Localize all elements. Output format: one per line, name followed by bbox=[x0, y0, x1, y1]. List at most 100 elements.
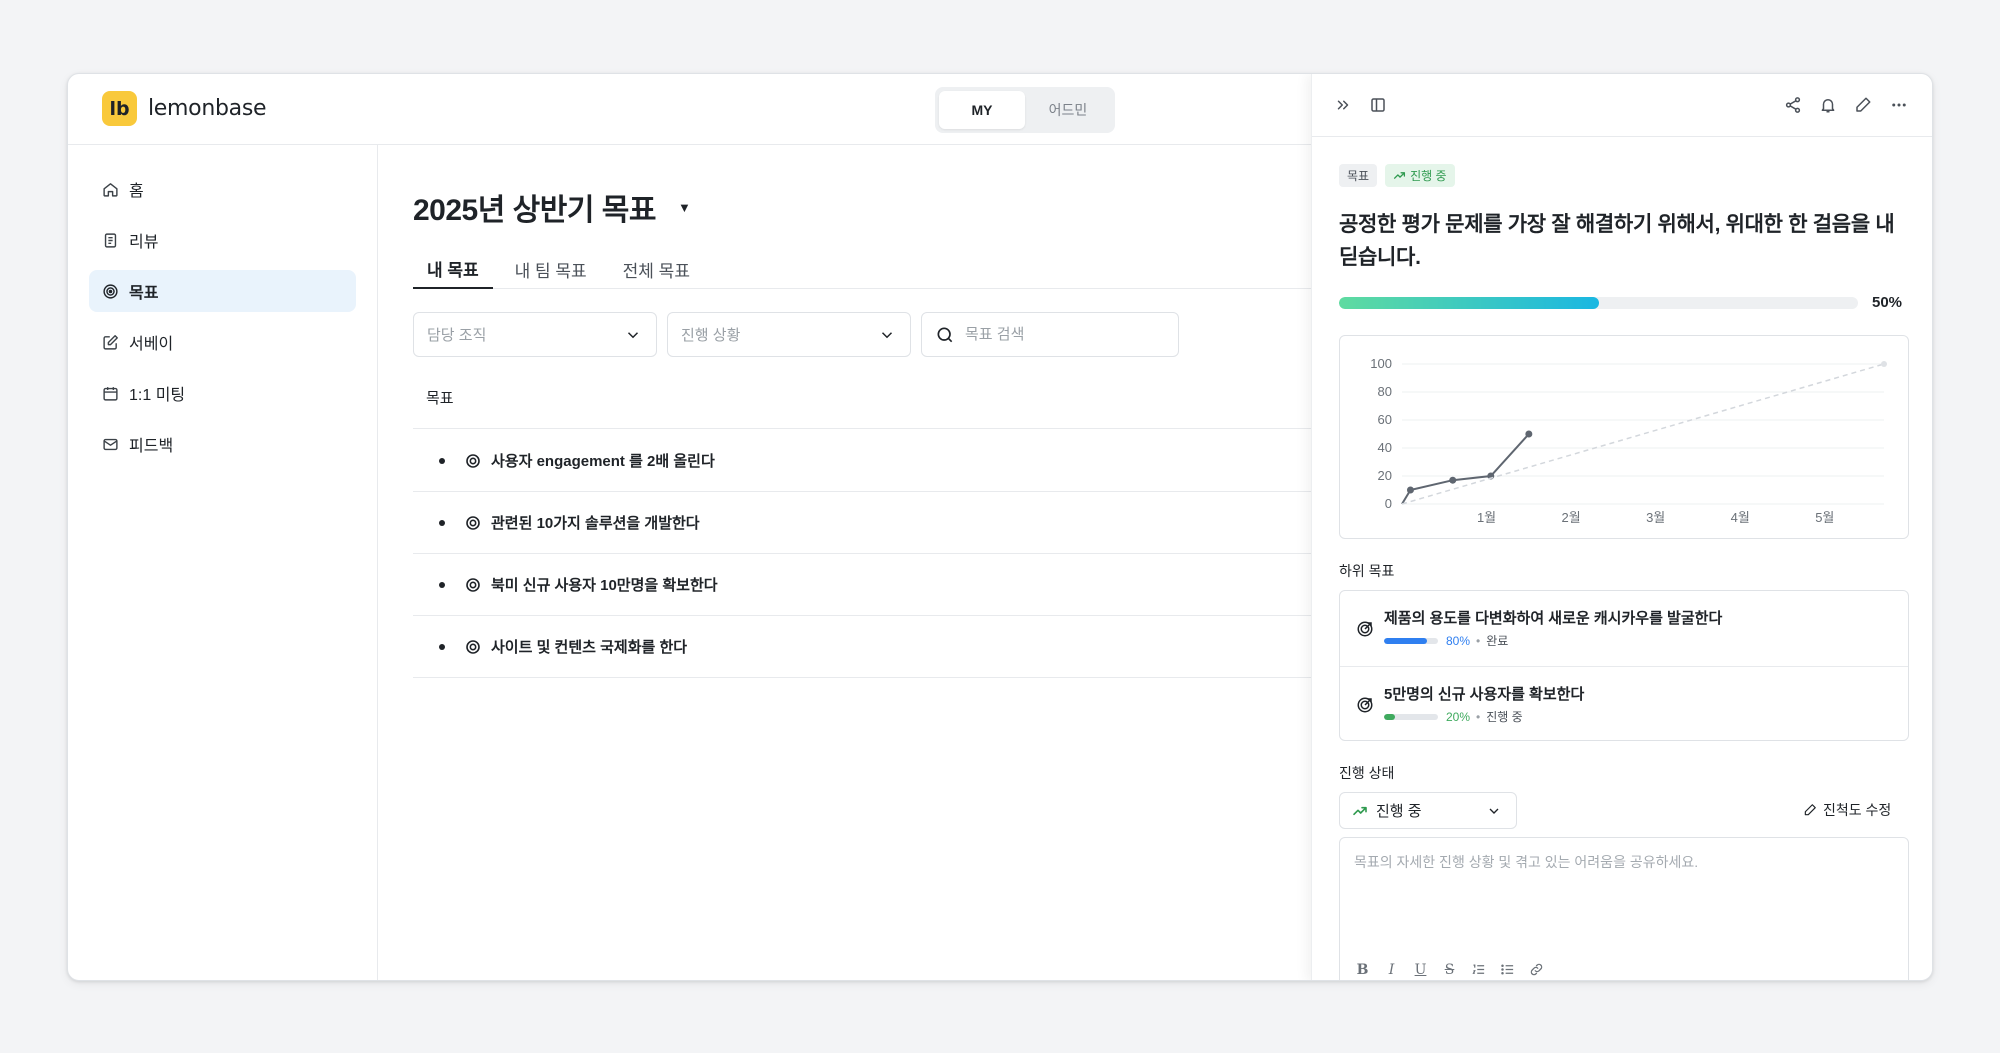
table-row[interactable]: 사이트 및 컨텐츠 국제화를 한다 bbox=[413, 616, 1379, 678]
org-filter-select[interactable]: 담당 조직 bbox=[413, 312, 657, 357]
chevron-down-icon bbox=[627, 332, 639, 339]
toggle-admin[interactable]: 어드민 bbox=[1025, 91, 1111, 129]
toggle-my[interactable]: MY bbox=[939, 91, 1025, 129]
goal-progress-fill bbox=[1339, 297, 1599, 309]
page-title[interactable]: 2025년 상반기 목표 ▼ bbox=[413, 185, 691, 229]
page-title-text: 2025년 상반기 목표 bbox=[413, 194, 657, 227]
bullet bbox=[439, 457, 445, 464]
y-tick-label: 80 bbox=[1378, 384, 1392, 399]
edit-progress-button[interactable]: 진척도 수정 bbox=[1803, 800, 1891, 820]
sub-goal-item[interactable]: 5만명의 신규 사용자를 확보한다 20% • 진행 중 bbox=[1340, 666, 1908, 741]
sub-goal-item[interactable]: 제품의 용도를 다변화하여 새로운 캐시카우를 발굴한다 80% • 완료 bbox=[1340, 591, 1908, 666]
home-icon bbox=[103, 182, 118, 197]
sidebar-item-label: 목표 bbox=[129, 285, 159, 302]
chevron-down-icon bbox=[881, 332, 893, 339]
app-window: lb lemonbase MY 어드민 홈 리뷰 목표 서베이 1:1 미팅 피… bbox=[67, 73, 1933, 981]
goal-search-field[interactable] bbox=[921, 312, 1179, 357]
strikethrough-icon[interactable]: S bbox=[1441, 961, 1458, 978]
sidebar-item-label: 서베이 bbox=[129, 336, 174, 353]
main-content: 2025년 상반기 목표 ▼ 내 목표 내 팀 목표 전체 목표 담당 조직 진… bbox=[379, 145, 1379, 980]
ordered-list-icon[interactable] bbox=[1470, 961, 1487, 978]
sidebar-item-label: 홈 bbox=[129, 183, 144, 200]
goal-progress-bar bbox=[1339, 297, 1858, 309]
sidebar-item-feedback[interactable]: 피드백 bbox=[89, 423, 356, 465]
goal-detail-title: 공정한 평가 문제를 가장 잘 해결하기 위해서, 위대한 한 걸음을 내딛습니… bbox=[1339, 213, 1895, 269]
trend-up-icon bbox=[1394, 172, 1406, 179]
split-view-icon[interactable] bbox=[1367, 94, 1389, 116]
document-icon bbox=[104, 232, 117, 248]
search-icon bbox=[937, 327, 953, 342]
status-select[interactable]: 진행 중 bbox=[1339, 792, 1517, 829]
dot-separator: • bbox=[1476, 633, 1481, 648]
target-point bbox=[1881, 361, 1887, 367]
bullet-list-icon[interactable] bbox=[1499, 961, 1516, 978]
status-badge: 진행 중 bbox=[1385, 164, 1455, 187]
more-icon[interactable] bbox=[1888, 94, 1910, 116]
sub-goal-meta: 80% • 완료 bbox=[1384, 632, 1508, 649]
edit-icon bbox=[103, 334, 118, 350]
y-tick-label: 100 bbox=[1370, 356, 1392, 371]
table-row[interactable]: 사용자 engagement 를 2배 올린다 bbox=[413, 430, 1379, 492]
goal-badges: 목표 진행 중 bbox=[1339, 164, 1455, 187]
sub-goal-percent: 80% bbox=[1446, 633, 1471, 648]
underline-icon[interactable]: U bbox=[1412, 961, 1429, 978]
italic-icon[interactable]: I bbox=[1383, 961, 1400, 978]
sub-goals-label: 하위 목표 bbox=[1339, 563, 1395, 579]
bullet bbox=[439, 581, 445, 588]
sub-goal-progress-fill bbox=[1384, 713, 1395, 720]
dot-separator: • bbox=[1476, 709, 1481, 724]
bold-icon[interactable]: B bbox=[1354, 961, 1371, 978]
sidebar-item-meeting[interactable]: 1:1 미팅 bbox=[89, 372, 356, 414]
target-arrow-icon bbox=[1357, 697, 1373, 713]
x-tick-label: 4월 bbox=[1731, 510, 1750, 525]
goal-detail-panel: 목표 진행 중 공정한 평가 문제를 가장 잘 해결하기 위해서, 위대한 한 … bbox=[1311, 74, 1932, 980]
target-arrow-icon bbox=[1357, 621, 1373, 637]
x-tick-label: 2월 bbox=[1562, 510, 1581, 525]
goal-search-input[interactable] bbox=[965, 326, 1165, 343]
progress-chart-svg: 0 20 40 60 80 100 1월 2월 3월 4월 5월 bbox=[1370, 356, 1887, 525]
sidebar-item-goals[interactable]: 목표 bbox=[89, 270, 356, 312]
bullet bbox=[439, 643, 445, 650]
data-point bbox=[1406, 486, 1414, 494]
tab-all-goals[interactable]: 전체 목표 bbox=[609, 249, 704, 289]
y-tick-label: 20 bbox=[1378, 468, 1392, 483]
sub-goal-meta: 20% • 진행 중 bbox=[1384, 708, 1523, 725]
caret-down-icon[interactable]: ▼ bbox=[678, 200, 691, 215]
sidebar-item-label: 1:1 미팅 bbox=[129, 387, 186, 404]
calendar-icon bbox=[103, 386, 118, 401]
y-tick-label: 40 bbox=[1378, 440, 1392, 455]
table-column-header: 목표 bbox=[413, 367, 1379, 429]
pencil-icon[interactable] bbox=[1852, 94, 1874, 116]
data-point bbox=[1449, 476, 1457, 484]
collapse-panel-icon[interactable] bbox=[1332, 94, 1354, 116]
sidebar-item-review[interactable]: 리뷰 bbox=[89, 219, 356, 261]
panel-toolbar bbox=[1312, 74, 1932, 137]
table-row[interactable]: 관련된 10가지 솔루션을 개발한다 bbox=[413, 492, 1379, 554]
chevron-down-icon bbox=[1489, 808, 1499, 814]
status-filter-select[interactable]: 진행 상황 bbox=[667, 312, 911, 357]
logo[interactable]: lb lemonbase bbox=[102, 91, 267, 126]
share-icon[interactable] bbox=[1782, 94, 1804, 116]
x-tick-label: 5월 bbox=[1815, 510, 1834, 525]
mail-icon bbox=[103, 438, 118, 450]
x-tick-label: 3월 bbox=[1646, 510, 1665, 525]
sidebar-item-survey[interactable]: 서베이 bbox=[89, 321, 356, 363]
bell-icon[interactable] bbox=[1817, 94, 1839, 116]
tab-team-goals[interactable]: 내 팀 목표 bbox=[501, 249, 601, 289]
view-toggle: MY 어드민 bbox=[935, 87, 1115, 133]
sub-goal-progress-bar bbox=[1384, 637, 1438, 644]
table-row[interactable]: 북미 신규 사용자 10만명을 확보한다 bbox=[413, 554, 1379, 616]
sub-goals-list: 제품의 용도를 다변화하여 새로운 캐시카우를 발굴한다 80% • 완료 5만… bbox=[1339, 590, 1909, 741]
comment-textarea[interactable] bbox=[1354, 852, 1894, 932]
sidebar-item-home[interactable]: 홈 bbox=[89, 168, 356, 210]
y-tick-label: 0 bbox=[1385, 496, 1392, 511]
trend-up-icon bbox=[1353, 806, 1367, 815]
link-icon[interactable] bbox=[1528, 961, 1545, 978]
sidebar-item-label: 피드백 bbox=[129, 438, 174, 455]
x-tick-label: 1월 bbox=[1477, 510, 1496, 525]
sub-goal-status: 진행 중 bbox=[1486, 710, 1523, 724]
tab-my-goals[interactable]: 내 목표 bbox=[413, 249, 493, 289]
y-tick-label: 60 bbox=[1378, 412, 1392, 427]
sub-goal-progress-fill bbox=[1384, 637, 1428, 644]
sub-goal-progress-bar bbox=[1384, 713, 1438, 720]
